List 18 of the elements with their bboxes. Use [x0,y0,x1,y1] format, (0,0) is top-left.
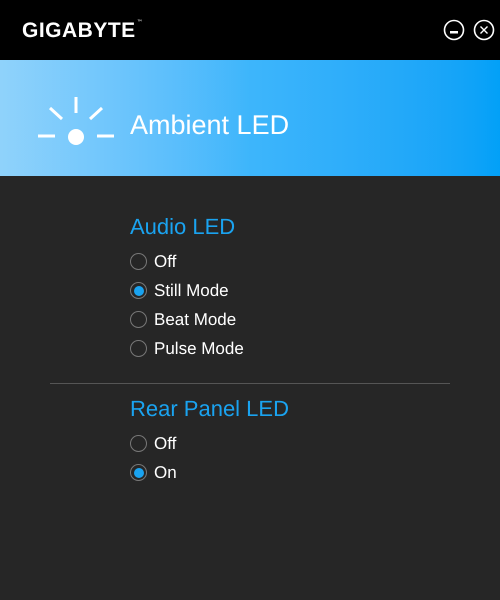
close-button[interactable] [473,19,495,41]
option-label: Beat Mode [154,308,236,331]
logo: GIGABYTE [22,20,136,40]
radio-button[interactable] [130,464,147,481]
radio-button[interactable] [130,253,147,270]
section-title: Audio LED [130,213,236,241]
option-label: Off [154,432,176,455]
option-label: Pulse Mode [154,338,244,360]
minimize-button[interactable] [443,19,465,41]
radio-button[interactable] [130,282,147,299]
radio-button[interactable] [130,435,147,452]
radio-button[interactable] [130,311,147,328]
section-title: Rear Panel LED [130,395,289,423]
banner-title: Ambient LED [130,108,290,142]
option-label: Off [154,250,176,273]
radio-button[interactable] [130,340,147,357]
option-label: Still Mode [154,280,229,302]
option-label: On [154,462,177,484]
